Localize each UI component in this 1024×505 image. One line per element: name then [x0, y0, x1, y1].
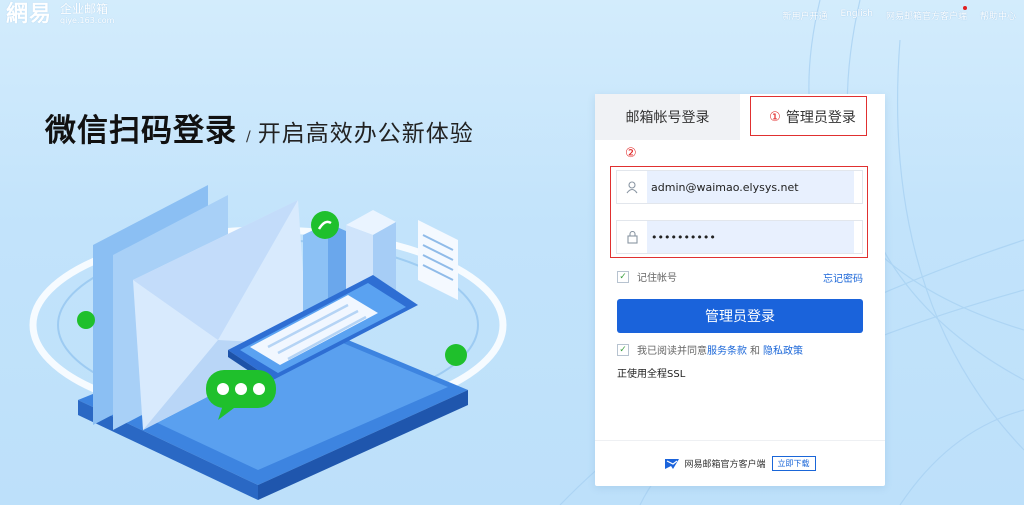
agreement-row: ✓ 我已阅读并同意 服务条款 和 隐私政策 — [617, 342, 803, 357]
username-input[interactable]: admin@waimao.elysys.net — [647, 171, 854, 203]
netease-logo-mark: 網易 — [6, 1, 53, 27]
nav-client[interactable]: 网易邮箱官方客户端 — [886, 9, 967, 22]
tab-admin-login[interactable]: ① 管理员登录 — [740, 94, 885, 140]
privacy-link[interactable]: 隐私政策 — [763, 342, 803, 357]
ssl-status: 正使用全程SSL — [617, 369, 686, 380]
username-field[interactable]: admin@waimao.elysys.net — [616, 170, 863, 204]
brand-logo[interactable]: 網易 企业邮箱 qiye.163.com — [6, 2, 114, 26]
agree-and: 和 — [750, 346, 760, 357]
user-icon — [617, 171, 647, 203]
nav-new-user[interactable]: 新用户开通 — [782, 9, 827, 22]
agree-checkbox[interactable]: ✓ — [617, 343, 629, 356]
admin-login-button[interactable]: 管理员登录 — [617, 299, 863, 333]
password-field[interactable]: •••••••••• — [616, 220, 863, 254]
notification-dot — [963, 6, 967, 10]
terms-link[interactable]: 服务条款 — [707, 342, 747, 357]
password-input[interactable]: •••••••••• — [647, 221, 854, 253]
remember-account[interactable]: ✓ 记住帐号 — [617, 269, 677, 284]
mail-client-icon — [665, 458, 680, 469]
login-card: 邮箱帐号登录 ① 管理员登录 ② admin@waimao.elysys.net… — [595, 94, 885, 486]
remember-checkbox[interactable]: ✓ — [617, 270, 629, 283]
client-download-bar: 网易邮箱官方客户端 立即下载 — [595, 440, 885, 486]
agree-prefix: 我已阅读并同意 — [637, 346, 707, 357]
headline-separator: / — [246, 129, 251, 145]
hero-illustration — [29, 185, 507, 500]
marker-2: ② — [625, 146, 637, 161]
headline-main: 微信扫码登录 — [45, 113, 237, 149]
remember-label: 记住帐号 — [637, 273, 677, 284]
brand-url: qiye.163.com — [60, 16, 115, 25]
headline: 微信扫码登录 / 开启高效办公新体验 — [45, 105, 474, 150]
nav-english[interactable]: English — [840, 9, 873, 22]
login-tabs: 邮箱帐号登录 ① 管理员登录 — [595, 94, 885, 140]
forgot-password-link[interactable]: 忘记密码 — [823, 270, 863, 285]
lock-icon — [617, 221, 647, 253]
brand-name: 企业邮箱 — [60, 2, 109, 16]
client-label: 网易邮箱官方客户端 — [684, 460, 766, 470]
nav-help[interactable]: 帮助中心 — [980, 9, 1016, 22]
download-button[interactable]: 立即下载 — [771, 456, 816, 471]
top-nav: 新用户开通 English 网易邮箱官方客户端 帮助中心 — [782, 6, 1016, 22]
tab-account-login[interactable]: 邮箱帐号登录 — [595, 94, 740, 140]
highlight-box-admin-tab — [750, 96, 867, 136]
headline-sub: 开启高效办公新体验 — [257, 121, 474, 147]
